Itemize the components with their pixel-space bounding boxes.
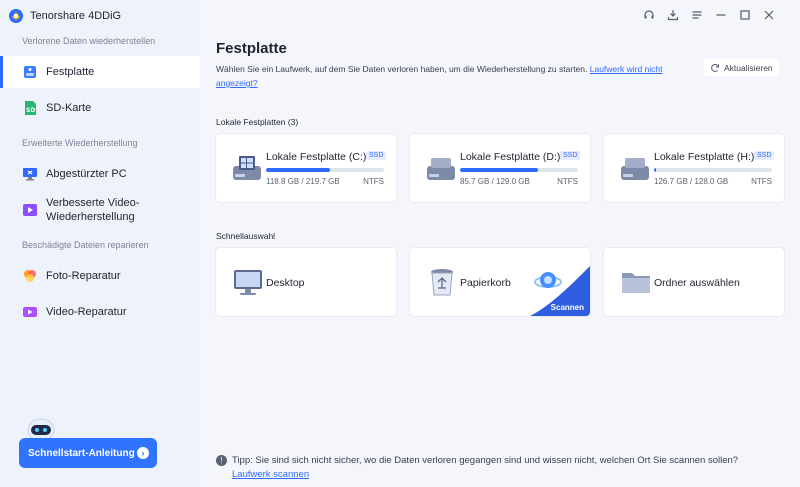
- sidebar-item-festplatte[interactable]: Festplatte: [0, 56, 200, 88]
- crashed-pc-icon: [23, 168, 37, 181]
- drive-usage-bar: [654, 168, 772, 172]
- ssd-badge: SSD: [754, 151, 775, 160]
- drive-size: 85.7 GB / 129.0 GB: [460, 177, 530, 186]
- drive-filesystem: NTFS: [557, 177, 578, 186]
- scan-drive-link[interactable]: Laufwerk scannen: [232, 469, 309, 480]
- svg-text:SD: SD: [26, 107, 35, 114]
- sidebar-item-label: Verbesserte Video- Wiederherstellung: [46, 196, 139, 224]
- label-line-1: Verbesserte Video-: [46, 197, 140, 209]
- quick-start-guide-label: Schnellstart-Anleitung: [28, 447, 135, 459]
- info-icon: !: [216, 455, 227, 466]
- menu-icon[interactable]: [690, 8, 704, 22]
- drive-size: 118.8 GB / 219.7 GB: [266, 177, 340, 186]
- drive-name: Lokale Festplatte (H:): [654, 151, 755, 163]
- sidebar-item-label: Video-Reparatur: [46, 306, 127, 318]
- drive-usage-bar: [460, 168, 578, 172]
- refresh-label: Aktualisieren: [724, 62, 773, 73]
- hard-drive-icon: [621, 158, 649, 180]
- video-recovery-icon: [23, 204, 37, 216]
- scan-button[interactable]: Scannen: [551, 303, 584, 312]
- sidebar-item-verbesserte-video[interactable]: Verbesserte Video- Wiederherstellung: [0, 194, 200, 226]
- drive-card-d[interactable]: Lokale Festplatte (D:) SSD 85.7 GB / 129…: [410, 134, 590, 202]
- drive-card-c[interactable]: Lokale Festplatte (C:) SSD 118.8 GB / 21…: [216, 134, 396, 202]
- sidebar-item-label: Foto-Reparatur: [46, 270, 121, 282]
- tip-text: Tipp: Sie sind sich nicht sicher, wo die…: [232, 455, 739, 466]
- sidebar-item-label: Festplatte: [46, 66, 95, 78]
- label-line-2: Wiederherstellung: [46, 211, 135, 223]
- ssd-badge: SSD: [560, 151, 581, 160]
- window-controls: [642, 8, 776, 22]
- subtitle-text: Wählen Sie ein Laufwerk, auf dem Sie Dat…: [216, 64, 588, 74]
- folder-icon: [622, 273, 650, 293]
- drive-usage-fill: [266, 168, 330, 172]
- quick-card-recycle-bin[interactable]: Papierkorb Scannen: [410, 248, 590, 316]
- drive-filesystem: NTFS: [363, 177, 384, 186]
- quick-label: Desktop: [266, 277, 305, 289]
- photo-repair-icon: [24, 270, 36, 282]
- quick-label: Papierkorb: [460, 277, 511, 289]
- hard-drive-icon: [24, 66, 36, 78]
- maximize-icon[interactable]: [738, 8, 752, 22]
- sd-card-icon: SD: [25, 101, 36, 115]
- chevron-right-icon: ›: [137, 447, 149, 459]
- drive-size: 126.7 GB / 128.0 GB: [654, 177, 729, 186]
- quick-start-guide-button[interactable]: Schnellstart-Anleitung ›: [19, 438, 157, 468]
- windows-drive-icon: [233, 156, 261, 180]
- drive-name: Lokale Festplatte (D:): [460, 151, 561, 163]
- close-icon[interactable]: [762, 8, 776, 22]
- section-title-repair: Beschädigte Dateien reparieren: [22, 240, 149, 250]
- sidebar-item-sd-karte[interactable]: SD SD-Karte: [0, 92, 200, 124]
- tip-content: Tipp: Sie sind sich nicht sicher, wo die…: [232, 454, 776, 482]
- support-headset-icon[interactable]: [642, 8, 656, 22]
- desktop-icon: [234, 270, 262, 295]
- hard-drive-icon: [427, 158, 455, 180]
- minimize-icon[interactable]: [714, 8, 728, 22]
- section-title-advanced: Erweiterte Wiederherstellung: [22, 138, 138, 148]
- drive-usage-fill: [460, 168, 538, 172]
- sidebar-item-label: Abgestürzter PC: [46, 168, 127, 180]
- app-logo-icon: [9, 9, 23, 23]
- video-repair-icon: [23, 307, 37, 317]
- sidebar-item-foto-reparatur[interactable]: Foto-Reparatur: [0, 260, 200, 292]
- download-icon[interactable]: [666, 8, 680, 22]
- quick-label: Ordner auswählen: [654, 277, 740, 289]
- local-drives-title: Lokale Festplatten (3): [216, 117, 299, 127]
- tip-banner: ! Tipp: Sie sind sich nicht sicher, wo d…: [216, 454, 776, 482]
- drive-name: Lokale Festplatte (C:): [266, 151, 367, 163]
- app-brand: Tenorshare 4DDiG: [8, 8, 121, 24]
- quick-selection-title: Schnellauswahl: [216, 231, 276, 241]
- sidebar: Tenorshare 4DDiG Verlorene Daten wiederh…: [0, 0, 200, 487]
- recycle-bin-icon: [431, 269, 453, 296]
- ssd-badge: SSD: [366, 151, 387, 160]
- drive-filesystem: NTFS: [751, 177, 772, 186]
- sidebar-item-abgestuerzter-pc[interactable]: Abgestürzter PC: [0, 158, 200, 190]
- drive-usage-bar: [266, 168, 384, 172]
- page-title: Festplatte: [216, 40, 287, 57]
- section-title-lost-data: Verlorene Daten wiederherstellen: [22, 36, 156, 46]
- refresh-button[interactable]: Aktualisieren: [704, 59, 779, 76]
- sidebar-item-video-reparatur[interactable]: Video-Reparatur: [0, 296, 200, 328]
- sidebar-item-label: SD-Karte: [46, 102, 92, 114]
- quick-card-desktop[interactable]: Desktop: [216, 248, 396, 316]
- quick-card-select-folder[interactable]: Ordner auswählen: [604, 248, 784, 316]
- app-title: Tenorshare 4DDiG: [30, 10, 122, 22]
- page-subtitle: Wählen Sie ein Laufwerk, auf dem Sie Dat…: [216, 62, 686, 90]
- drive-usage-fill: [654, 168, 657, 172]
- refresh-icon: [711, 63, 719, 72]
- drive-card-h[interactable]: Lokale Festplatte (H:) SSD 126.7 GB / 12…: [604, 134, 784, 202]
